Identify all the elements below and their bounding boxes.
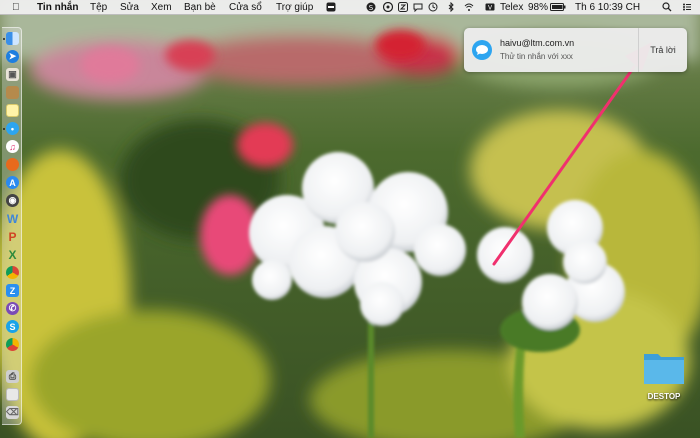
running-indicator (3, 38, 5, 40)
running-indicator (3, 128, 5, 130)
word-icon[interactable]: W (6, 212, 19, 226)
skype-tray-icon[interactable]: S (366, 2, 376, 12)
menu-window[interactable]: Cửa sổ (229, 1, 262, 14)
folder-label: DESTOP (647, 392, 681, 401)
skype-icon[interactable]: S (6, 320, 19, 333)
menubar-clock[interactable]: Th 6 10:39 CH (575, 1, 640, 14)
folder-icon (644, 354, 684, 384)
itunes-icon[interactable]: ♫ (6, 140, 19, 153)
app-store-icon[interactable]: A (6, 176, 19, 189)
notification-message: Thử tin nhắn với xxx (500, 52, 573, 61)
safari-icon[interactable]: ➤ (6, 50, 19, 63)
finder-icon[interactable] (6, 32, 19, 45)
battery-percentage[interactable]: 98% (528, 1, 548, 14)
battery-icon[interactable] (550, 2, 566, 12)
notes-icon[interactable] (6, 86, 19, 99)
zalo-tray-icon[interactable] (398, 2, 408, 12)
zalo-icon[interactable]: Z (6, 284, 19, 297)
svg-text:S: S (369, 4, 374, 12)
camera-icon[interactable]: ◉ (6, 194, 19, 207)
input-method-icon[interactable]: V (485, 2, 495, 12)
input-method-label[interactable]: Telex (500, 1, 523, 14)
chrome-icon[interactable] (6, 266, 19, 279)
excel-icon[interactable]: X (6, 248, 19, 262)
notification-center-icon[interactable] (682, 2, 692, 12)
menu-bar:  Tin nhắn Tệp Sửa Xem Bạn bè Cửa sổ Trợ… (0, 0, 700, 15)
firefox-icon[interactable] (6, 158, 19, 171)
viber-icon[interactable]: ✆ (6, 302, 19, 315)
preview-icon[interactable]: ▣ (6, 68, 19, 81)
menu-app-name[interactable]: Tin nhắn (37, 1, 78, 14)
menu-help[interactable]: Trợ giúp (276, 1, 313, 14)
notification-banner[interactable]: haivu@ltm.com.vn Thử tin nhắn với xxx Tr… (464, 28, 687, 72)
messages-app-icon (472, 40, 492, 60)
time-machine-icon[interactable] (428, 2, 438, 12)
teamviewer-icon[interactable] (326, 2, 336, 12)
menu-file[interactable]: Tệp (90, 1, 107, 14)
dock: ➤ ▣ • ♫ A ◉ W P X Z ✆ S ⎙ ⌫ (2, 27, 22, 425)
messages-tray-icon[interactable] (413, 2, 423, 12)
chrome-canary-icon[interactable] (6, 338, 19, 351)
wifi-icon[interactable] (464, 2, 474, 12)
trash-icon[interactable]: ⌫ (6, 406, 19, 419)
documents-icon[interactable] (6, 388, 19, 401)
notification-sender: haivu@ltm.com.vn (500, 38, 575, 48)
search-icon[interactable] (662, 2, 672, 12)
reply-button[interactable]: Trả lời (639, 28, 687, 72)
printer-icon[interactable]: ⎙ (6, 370, 19, 383)
powerpoint-icon[interactable]: P (6, 230, 19, 244)
menu-edit[interactable]: Sửa (120, 1, 139, 14)
desktop-folder[interactable]: DESTOP (642, 346, 686, 404)
menu-view[interactable]: Xem (151, 1, 172, 14)
menu-buddies[interactable]: Bạn bè (184, 1, 216, 14)
messages-icon[interactable]: • (6, 122, 19, 135)
bluetooth-icon[interactable] (446, 2, 456, 12)
apple-icon[interactable]:  (12, 1, 20, 14)
stickies-icon[interactable] (6, 104, 19, 117)
viber-tray-icon[interactable] (383, 2, 393, 12)
